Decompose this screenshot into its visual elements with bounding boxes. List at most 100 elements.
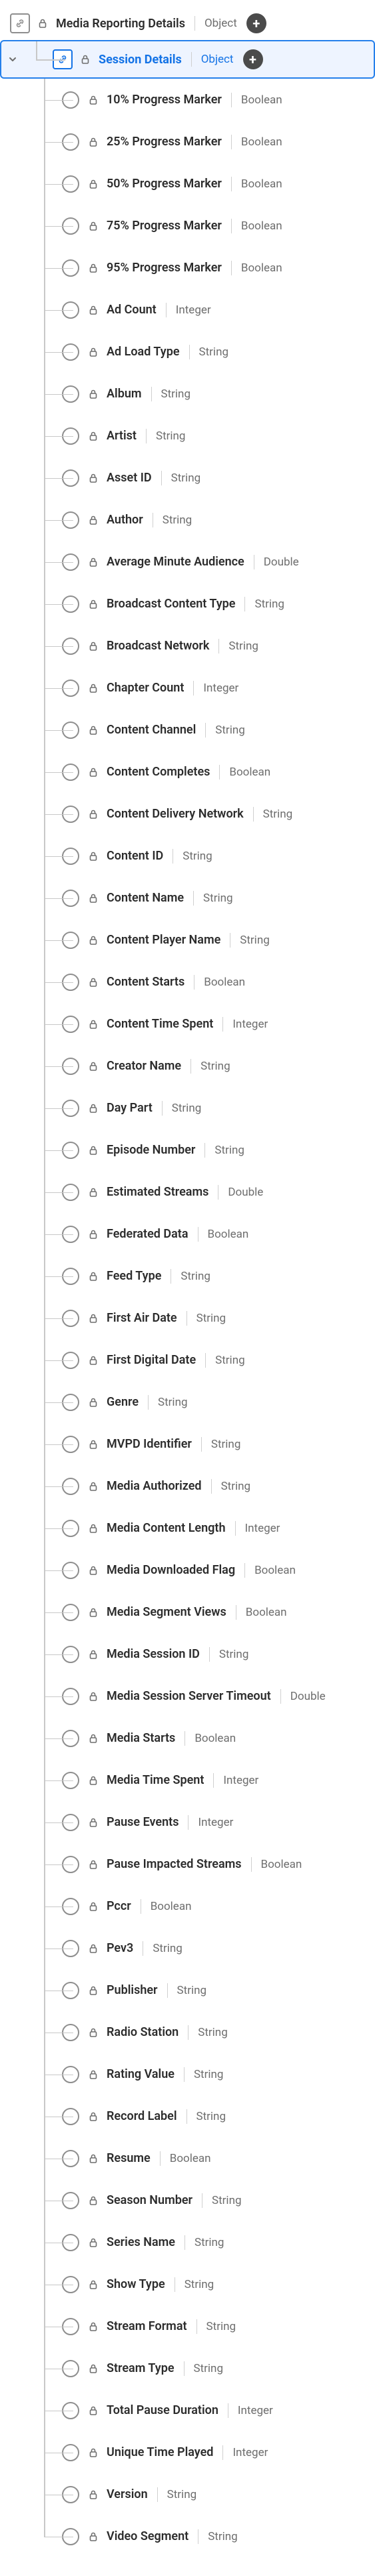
field-type: String — [158, 1396, 187, 1409]
tree-node-field[interactable]: Rating ValueString — [0, 2053, 375, 2095]
lock-icon — [87, 1144, 100, 1157]
tree-node-field[interactable]: Pev3String — [0, 1927, 375, 1969]
tree-node-field[interactable]: Radio StationString — [0, 2011, 375, 2053]
tree-node-field[interactable]: PublisherString — [0, 1969, 375, 2011]
tree-node-field[interactable]: AlbumString — [0, 373, 375, 415]
tree-node-field[interactable]: Media Segment ViewsBoolean — [0, 1591, 375, 1633]
tree-node-field[interactable]: Media Session IDString — [0, 1633, 375, 1675]
tree-node-field[interactable]: Content Delivery NetworkString — [0, 793, 375, 835]
lock-icon — [88, 893, 99, 904]
lock-icon — [88, 2405, 99, 2416]
tree-node-field[interactable]: ArtistString — [0, 415, 375, 457]
lock-icon — [88, 1145, 99, 1156]
tree-node-field[interactable]: Feed TypeString — [0, 1255, 375, 1297]
lock-icon — [87, 1942, 100, 1955]
field-type: Boolean — [241, 93, 282, 107]
tree-node-field[interactable]: Content CompletesBoolean — [0, 751, 375, 793]
field-label: Total Pause Duration — [107, 2403, 218, 2417]
tree-node-root[interactable]: Media Reporting DetailsObject+ — [0, 7, 375, 40]
field-label: Show Type — [107, 2277, 165, 2291]
chevron-down-icon[interactable] — [7, 53, 19, 65]
add-button[interactable]: + — [246, 13, 266, 33]
tree-node-field[interactable]: Content StartsBoolean — [0, 961, 375, 1003]
tree-node-field[interactable]: Record LabelString — [0, 2095, 375, 2137]
field-label: 75% Progress Marker — [107, 219, 222, 233]
tree-node-field[interactable]: ResumeBoolean — [0, 2137, 375, 2179]
lock-icon — [88, 2195, 99, 2206]
lock-icon — [87, 2152, 100, 2165]
tree-node-field[interactable]: PccrBoolean — [0, 1885, 375, 1927]
tree-node-field[interactable]: Total Pause DurationInteger — [0, 2389, 375, 2431]
field-type: String — [185, 2278, 214, 2291]
tree-node-field[interactable]: Media StartsBoolean — [0, 1717, 375, 1759]
tree-node-field[interactable]: Broadcast Content TypeString — [0, 583, 375, 625]
tree-node-field[interactable]: Author String — [0, 499, 375, 541]
tree-node-field[interactable]: Content Time SpentInteger — [0, 1003, 375, 1045]
field-label: Average Minute Audience — [107, 555, 244, 569]
tree-node-field[interactable]: Content ChannelString — [0, 709, 375, 751]
lock-icon — [87, 1270, 100, 1283]
tree-node-field[interactable]: Content Player NameString — [0, 919, 375, 961]
field-type: Double — [228, 1186, 263, 1199]
field-label: Content ID — [107, 849, 163, 863]
tree-node-field[interactable]: Ad Load TypeString — [0, 331, 375, 373]
tree-node-field[interactable]: 25% Progress MarkerBoolean — [0, 121, 375, 163]
tree-node-field[interactable]: Episode NumberString — [0, 1129, 375, 1171]
tree-node-field[interactable]: MVPD IdentifierString — [0, 1423, 375, 1465]
tree-node-field[interactable]: Pause Impacted StreamsBoolean — [0, 1843, 375, 1885]
lock-icon — [87, 892, 100, 905]
tree-node-field[interactable]: Content IDString — [0, 835, 375, 877]
tree-node-field[interactable]: Media Content LengthInteger — [0, 1507, 375, 1549]
tree-node-field[interactable]: Stream FormatString — [0, 2305, 375, 2347]
field-type: String — [211, 1438, 240, 1451]
tree-node-field[interactable]: Ad CountInteger — [0, 289, 375, 331]
field-label: First Digital Date — [107, 1353, 196, 1367]
field-type: String — [163, 513, 192, 527]
tree-node-field[interactable]: Creator NameString — [0, 1045, 375, 1087]
tree-node-field[interactable]: 50% Progress MarkerBoolean — [0, 163, 375, 205]
tree-node-field[interactable]: Media Downloaded FlagBoolean — [0, 1549, 375, 1591]
tree-node-field[interactable]: Federated DataBoolean — [0, 1213, 375, 1255]
field-type: String — [181, 1270, 210, 1283]
tree-node-field[interactable]: 95% Progress MarkerBoolean — [0, 247, 375, 289]
lock-icon — [87, 1690, 100, 1703]
lock-icon — [88, 2111, 99, 2122]
tree-node-field[interactable]: Season NumberString — [0, 2179, 375, 2221]
tree-node-field[interactable]: Average Minute Audience Double — [0, 541, 375, 583]
tree-node-field[interactable]: Video SegmentString — [0, 2515, 375, 2557]
tree-node-field[interactable]: Show Type String — [0, 2263, 375, 2305]
tree-node-field[interactable]: Series NameString — [0, 2221, 375, 2263]
tree-node-field[interactable]: Media AuthorizedString — [0, 1465, 375, 1507]
field-type: Boolean — [194, 1732, 236, 1745]
tree-node-field[interactable]: GenreString — [0, 1381, 375, 1423]
add-button[interactable]: + — [243, 49, 263, 69]
lock-icon — [87, 1018, 100, 1031]
field-label: Author — [107, 513, 143, 527]
tree-node-field[interactable]: Stream TypeString — [0, 2347, 375, 2389]
tree-node-field[interactable]: Estimated StreamsDouble — [0, 1171, 375, 1213]
tree-node-field[interactable]: Day PartString — [0, 1087, 375, 1129]
lock-icon — [88, 1481, 99, 1492]
field-type: String — [199, 345, 228, 359]
tree-node-field[interactable]: Unique Time PlayedInteger — [0, 2431, 375, 2473]
tree-node-field[interactable]: VersionString — [0, 2473, 375, 2515]
tree-node-field[interactable]: Media Time SpentInteger — [0, 1759, 375, 1801]
field-type: Boolean — [229, 766, 270, 779]
tree-node-field[interactable]: First Air DateString — [0, 1297, 375, 1339]
tree-node-field[interactable]: Asset IDString — [0, 457, 375, 499]
tree-node-field[interactable]: Pause EventsInteger — [0, 1801, 375, 1843]
lock-icon — [88, 599, 99, 609]
lock-icon — [88, 2153, 99, 2164]
tree-node-session-details[interactable]: Session DetailsObject+ — [0, 40, 375, 79]
field-type: Double — [264, 555, 299, 569]
field-label: Chapter Count — [107, 681, 184, 695]
tree-node-field[interactable]: Chapter CountInteger — [0, 667, 375, 709]
tree-node-field[interactable]: Content NameString — [0, 877, 375, 919]
field-label: Media Segment Views — [107, 1605, 226, 1619]
tree-node-field[interactable]: Media Session Server TimeoutDouble — [0, 1675, 375, 1717]
tree-node-field[interactable]: 75% Progress MarkerBoolean — [0, 205, 375, 247]
lock-icon — [87, 1312, 100, 1325]
tree-node-field[interactable]: Broadcast NetworkString — [0, 625, 375, 667]
tree-node-field[interactable]: First Digital DateString — [0, 1339, 375, 1381]
tree-node-field[interactable]: 10% Progress MarkerBoolean — [0, 79, 375, 121]
